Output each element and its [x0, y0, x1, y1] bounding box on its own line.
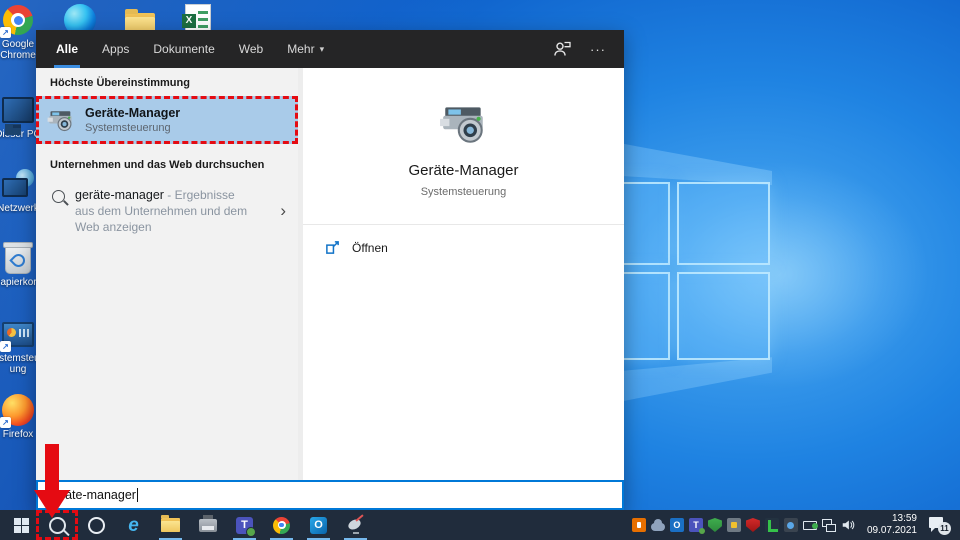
tray-outlook-icon[interactable]: O — [670, 518, 684, 532]
clock-time: 13:59 — [867, 513, 917, 525]
desktop-icon-label: Netzwerk — [0, 203, 39, 214]
tray-defender-icon[interactable] — [708, 518, 722, 532]
google-chrome-icon: ↗ — [2, 4, 34, 36]
taskbar-chrome[interactable] — [263, 510, 300, 540]
geraete-manager-icon — [47, 106, 75, 134]
windows-start-icon — [14, 518, 29, 533]
cortana-button[interactable] — [78, 510, 115, 540]
tray-vpn-lock-icon[interactable] — [727, 518, 741, 532]
dieser-pc-icon — [2, 94, 34, 126]
search-results-list: Höchste Übereinstimmung Geräte-Manager — [36, 68, 298, 480]
chevron-right-icon[interactable]: › — [280, 201, 286, 221]
systemsteuerung-icon: ↗ — [2, 318, 34, 350]
taskbar-teams[interactable]: T — [226, 510, 263, 540]
taskbar-clock[interactable]: 13:59 09.07.2021 — [867, 513, 917, 537]
taskbar-search-button[interactable] — [36, 510, 78, 540]
web-query-text: geräte-manager — [75, 188, 164, 202]
search-flyout: Alle Apps Dokumente Web Mehr ▾ ··· Höchs… — [36, 30, 624, 510]
taskbar-satellit-app[interactable] — [337, 510, 374, 540]
windows-logo-pane — [677, 182, 770, 265]
desktop-icon-label: Firefox — [3, 429, 34, 440]
taskbar: e T O O T — [0, 510, 960, 540]
tray-kamera-icon[interactable] — [784, 518, 798, 532]
papierkorb-icon — [2, 242, 34, 274]
open-action[interactable]: Öffnen — [303, 225, 624, 270]
shortcut-arrow-icon: ↗ — [0, 417, 11, 428]
excel-x-glyph: X — [182, 14, 196, 28]
tab-apps[interactable]: Apps — [90, 30, 141, 68]
tray-lautsprecher-icon[interactable] — [841, 518, 855, 532]
geraete-manager-icon-large — [439, 98, 489, 148]
result-title: Geräte-Manager — [85, 106, 180, 120]
notification-center-button[interactable]: 11 — [929, 515, 951, 535]
start-button[interactable] — [6, 510, 36, 540]
chrome-icon — [273, 517, 290, 534]
tab-web[interactable]: Web — [227, 30, 275, 68]
result-detail-pane: Geräte-Manager Systemsteuerung Öffnen — [298, 68, 624, 480]
printer-icon — [199, 519, 217, 532]
tab-dokumente[interactable]: Dokumente — [141, 30, 226, 68]
tray-java-icon[interactable] — [632, 518, 646, 532]
taskbar-internet-explorer[interactable]: e — [115, 510, 152, 540]
desktop-icon-label: Dieser PC — [0, 129, 41, 140]
satellite-dish-icon — [347, 516, 365, 534]
account-sign-in-icon[interactable] — [552, 39, 572, 59]
internet-explorer-icon: e — [128, 516, 139, 535]
tray-remote-icon[interactable] — [765, 518, 779, 532]
more-options-icon[interactable]: ··· — [590, 42, 606, 57]
clock-date: 09.07.2021 — [867, 525, 917, 537]
search-input-value: geräte-manager — [47, 488, 136, 502]
detail-title: Geräte-Manager — [408, 162, 518, 179]
taskbar-datei-explorer[interactable] — [152, 510, 189, 540]
system-tray: O T 13:59 09.07.2021 11 — [632, 513, 960, 537]
firefox-icon: ↗ — [2, 394, 34, 426]
notification-badge: 11 — [938, 522, 951, 535]
netzwerk-icon — [2, 168, 34, 200]
cortana-icon — [88, 517, 105, 534]
tab-alle[interactable]: Alle — [44, 30, 90, 68]
search-tab-bar: Alle Apps Dokumente Web Mehr ▾ ··· — [36, 30, 624, 68]
best-match-result[interactable]: Geräte-Manager Systemsteuerung — [36, 96, 298, 144]
teams-icon: T — [236, 517, 253, 534]
windows-desktop: ↗ Google Chrome Dieser PC Netzwerk Papie… — [0, 0, 960, 540]
tray-monitor-ok-icon[interactable] — [803, 521, 817, 530]
dropdown-caret-icon: ▾ — [320, 44, 325, 55]
tray-netzwerk-icon[interactable] — [822, 519, 836, 533]
web-search-result[interactable]: geräte-manager - Ergebnisse aus dem Unte… — [36, 178, 298, 244]
search-input[interactable]: geräte-manager — [36, 480, 624, 510]
outlook-icon: O — [310, 517, 327, 534]
taskbar-geraete-app[interactable] — [189, 510, 226, 540]
tray-onedrive-icon[interactable] — [651, 523, 665, 531]
search-icon — [52, 190, 65, 203]
taskbar-outlook[interactable]: O — [300, 510, 337, 540]
tray-teams-icon[interactable]: T — [689, 518, 703, 532]
shortcut-arrow-icon: ↗ — [0, 27, 11, 38]
file-explorer-icon — [161, 518, 180, 532]
section-header-web: Unternehmen und das Web durchsuchen — [36, 144, 298, 178]
open-icon — [325, 240, 340, 255]
detail-subtitle: Systemsteuerung — [421, 186, 507, 198]
open-label: Öffnen — [352, 241, 388, 255]
windows-logo-pane — [677, 272, 770, 360]
section-header-best-match: Höchste Übereinstimmung — [36, 68, 298, 96]
tab-mehr-label: Mehr — [287, 42, 314, 56]
text-cursor — [137, 488, 138, 502]
tray-mcafee-icon[interactable] — [746, 518, 760, 532]
tab-mehr[interactable]: Mehr ▾ — [275, 30, 336, 68]
search-icon — [49, 517, 66, 534]
shortcut-arrow-icon: ↗ — [0, 341, 11, 352]
result-subtitle: Systemsteuerung — [85, 122, 180, 134]
